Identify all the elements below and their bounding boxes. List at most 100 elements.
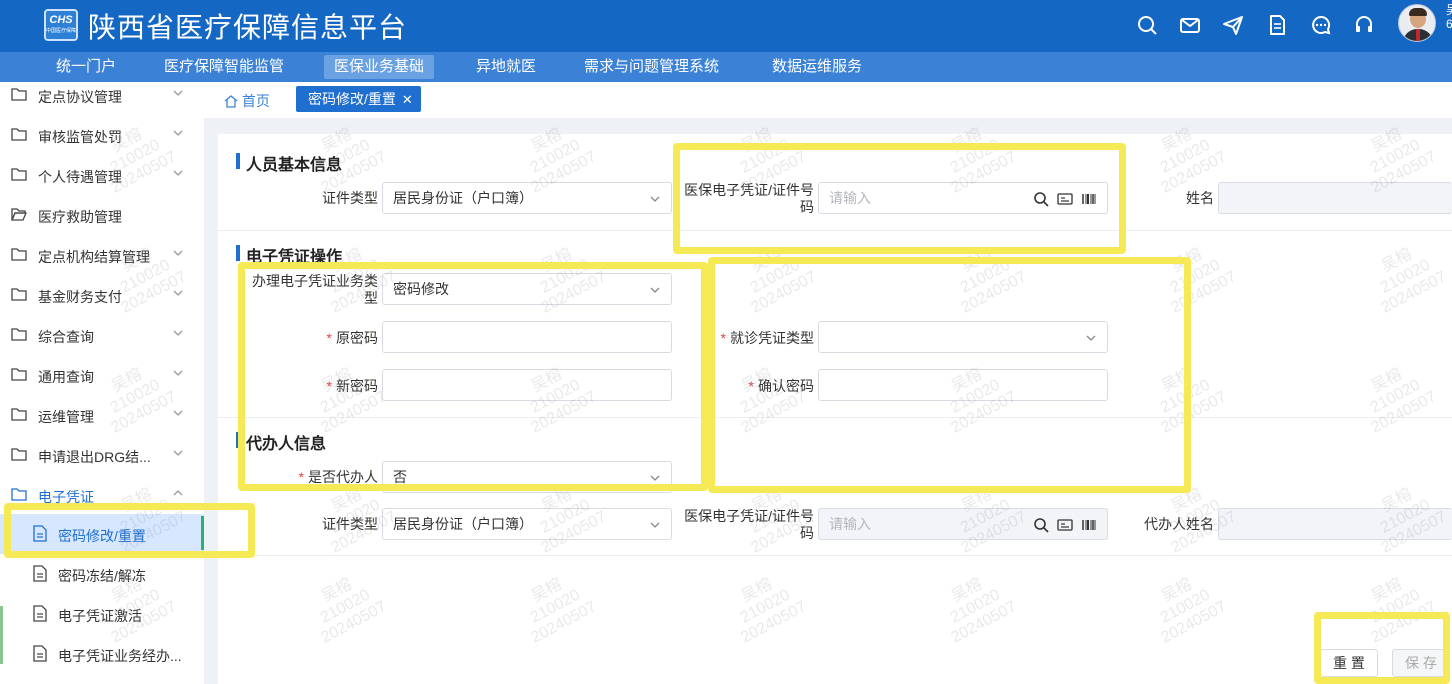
divider — [218, 230, 1452, 231]
nav-item-remote-medical[interactable]: 异地就医 — [466, 55, 546, 79]
cert-type-select[interactable]: 居民身份证（户口簿） — [382, 182, 672, 214]
app-header: CHS中国医疗保障 陕西省医疗保障信息平台 吴6 — [0, 0, 1452, 52]
id-card-icon[interactable] — [1057, 517, 1073, 533]
sidebar-item-ops[interactable]: 运维管理 — [0, 395, 204, 435]
agent-ecert-label: 医保电子凭证/证件号码 — [684, 508, 814, 541]
sidebar-sub-password-freeze[interactable]: 密码冻结/解冻 — [0, 554, 204, 594]
sidebar-sub-password-reset[interactable]: 密码修改/重置 — [0, 514, 204, 554]
name-label: 姓名 — [1186, 190, 1214, 206]
folder-icon — [11, 488, 27, 501]
app-title: 陕西省医疗保障信息平台 — [88, 12, 408, 43]
ecert-label: 医保电子凭证/证件号码 — [684, 182, 814, 215]
chevron-down-icon — [650, 196, 660, 202]
nav-item-business-basic[interactable]: 医保业务基础 — [324, 55, 435, 79]
visit-cert-type-label: * 就诊凭证类型 — [720, 330, 814, 346]
agent-name-label: 代办人姓名 — [1144, 516, 1214, 532]
sidebar: 定点协议管理 审核监管处罚 个人待遇管理 医疗救助管理 定点机构结算管理 基金财… — [0, 82, 204, 684]
chevron-down-icon — [173, 330, 183, 336]
sidebar-item-drg-exit[interactable]: 申请退出DRG结... — [0, 435, 204, 475]
home-icon — [224, 95, 238, 108]
folder-icon — [11, 448, 27, 461]
new-password-label: * 新密码 — [326, 378, 378, 394]
sidebar-item-general-query[interactable]: 通用查询 — [0, 355, 204, 395]
send-icon[interactable] — [1222, 14, 1244, 36]
section-title-basic: 人员基本信息 — [236, 151, 342, 175]
nav-item-demand-management[interactable]: 需求与问题管理系统 — [574, 55, 729, 79]
scroll-indicator — [0, 606, 3, 664]
save-button[interactable]: 保 存 — [1392, 649, 1450, 677]
divider — [218, 555, 1452, 556]
sidebar-item-ecert[interactable]: 电子凭证 — [0, 475, 204, 515]
sidebar-item-settlement[interactable]: 定点机构结算管理 — [0, 235, 204, 275]
cert-type-label: 证件类型 — [322, 190, 378, 206]
old-password-label: * 原密码 — [326, 330, 378, 346]
top-nav: 统一门户 医疗保障智能监管 医保业务基础 异地就医 需求与问题管理系统 数据运维… — [0, 52, 1452, 82]
chevron-down-icon — [173, 370, 183, 376]
folder-icon — [11, 168, 27, 181]
chevron-down-icon — [1086, 335, 1096, 341]
tab-password-reset[interactable]: 密码修改/重置 ✕ — [296, 86, 421, 112]
search-icon[interactable] — [1033, 517, 1049, 533]
chevron-down-icon — [173, 450, 183, 456]
folder-icon — [11, 288, 27, 301]
sidebar-item-query[interactable]: 综合查询 — [0, 315, 204, 355]
document-icon — [33, 525, 47, 542]
old-password-input[interactable] — [382, 321, 672, 353]
ecert-input[interactable]: 请输入 — [818, 182, 1108, 214]
user-avatar[interactable] — [1398, 4, 1436, 42]
folder-open-icon — [11, 208, 27, 221]
sidebar-item-audit[interactable]: 审核监管处罚 — [0, 115, 204, 155]
barcode-icon[interactable] — [1081, 517, 1097, 533]
reset-button[interactable]: 重 置 — [1320, 649, 1378, 677]
is-agent-select[interactable]: 否 — [382, 461, 672, 493]
chevron-down-icon — [173, 170, 183, 176]
folder-icon — [11, 368, 27, 381]
agent-ecert-input[interactable]: 请输入 — [818, 508, 1108, 540]
chevron-down-icon — [173, 410, 183, 416]
divider — [218, 417, 1452, 418]
document-icon — [33, 645, 47, 662]
chevron-down-icon — [650, 475, 660, 481]
sidebar-item-personal[interactable]: 个人待遇管理 — [0, 155, 204, 195]
confirm-password-label: * 确认密码 — [748, 378, 814, 394]
biz-type-select[interactable]: 密码修改 — [382, 273, 672, 305]
agent-cert-type-select[interactable]: 居民身份证（户口簿） — [382, 508, 672, 540]
folder-icon — [11, 408, 27, 421]
sidebar-item-agreement[interactable]: 定点协议管理 — [0, 75, 204, 115]
chevron-down-icon — [173, 90, 183, 96]
name-input[interactable] — [1218, 182, 1452, 214]
biz-type-label: 办理电子凭证业务类型 — [252, 273, 378, 306]
document-icon — [33, 605, 47, 622]
chat-icon[interactable] — [1310, 14, 1332, 36]
close-icon[interactable]: ✕ — [402, 92, 413, 107]
folder-icon — [11, 248, 27, 261]
sidebar-sub-ecert-business[interactable]: 电子凭证业务经办... — [0, 634, 204, 674]
barcode-icon[interactable] — [1081, 191, 1097, 207]
confirm-password-input[interactable] — [818, 369, 1108, 401]
folder-icon — [11, 128, 27, 141]
chevron-down-icon — [173, 250, 183, 256]
nav-item-data-ops[interactable]: 数据运维服务 — [762, 55, 872, 79]
chevron-down-icon — [173, 130, 183, 136]
user-info[interactable]: 吴6 — [1446, 3, 1452, 31]
new-password-input[interactable] — [382, 369, 672, 401]
mail-icon[interactable] — [1179, 14, 1201, 36]
sidebar-item-fund[interactable]: 基金财务支付 — [0, 275, 204, 315]
section-title-agent: 代办人信息 — [236, 430, 326, 454]
tab-home[interactable]: 首页 — [224, 91, 270, 111]
visit-cert-type-select[interactable] — [818, 321, 1108, 353]
headset-icon[interactable] — [1353, 14, 1375, 36]
section-title-operation: 电子凭证操作 — [236, 243, 342, 267]
search-icon[interactable] — [1136, 14, 1158, 36]
id-card-icon[interactable] — [1057, 191, 1073, 207]
chevron-down-icon — [650, 287, 660, 293]
tab-bar: 首页 密码修改/重置 ✕ — [204, 82, 1452, 118]
agent-name-input[interactable] — [1218, 508, 1452, 540]
chevron-down-icon — [173, 290, 183, 296]
sidebar-item-aid[interactable]: 医疗救助管理 — [0, 195, 204, 235]
folder-icon — [11, 328, 27, 341]
document-icon[interactable] — [1266, 14, 1288, 36]
sidebar-sub-ecert-activate[interactable]: 电子凭证激活 — [0, 594, 204, 634]
search-icon[interactable] — [1033, 191, 1049, 207]
agent-cert-type-label: 证件类型 — [322, 516, 378, 532]
